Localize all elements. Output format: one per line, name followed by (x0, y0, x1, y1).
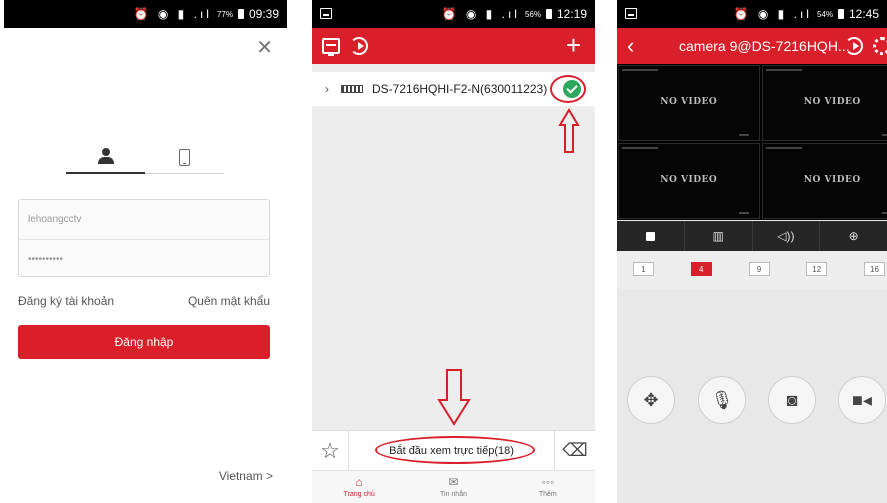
nav-messages[interactable]: ✉ Tin nhắn (406, 471, 500, 503)
annotation-circle-live-view (375, 436, 535, 464)
battery-percent: 56% (524, 9, 541, 19)
star-icon[interactable]: ☆ (312, 438, 348, 464)
stop-icon (645, 232, 655, 242)
history-icon[interactable] (350, 37, 368, 55)
status-icons: ⏰ ◉ ▮ .ıl (733, 7, 812, 21)
battery-icon (545, 9, 552, 19)
speaker-icon: ◁)) (777, 229, 795, 243)
playback-controls: ▥ ◁)) ⊕ (617, 221, 887, 251)
region-selector[interactable]: Vietnam > (219, 469, 273, 483)
video-cell[interactable]: NO VIDEO (618, 65, 760, 141)
quality-icon: ▥ (712, 229, 724, 243)
stop-button[interactable] (617, 221, 684, 251)
record-button[interactable]: ■◂ (838, 376, 886, 424)
home-icon: ⌂ (355, 475, 363, 489)
status-bar: ⏰ ◉ ▮ .ıl 54% 12:45 (617, 0, 887, 28)
annotation-circle-status (550, 75, 586, 103)
settings-icon[interactable] (873, 37, 887, 55)
annotation-arrow-up (558, 108, 580, 153)
status-bar: ⏰ ◉ ▮ .ıl 56% 12:19 (312, 0, 595, 28)
live-view-screen: ⏰ ◉ ▮ .ıl 54% 12:45 ‹ camera 9@DS-7216HQ… (617, 0, 887, 503)
forgot-password-link[interactable]: Quên mật khẩu (188, 294, 270, 308)
nav-messages-label: Tin nhắn (440, 491, 467, 498)
battery-icon (237, 9, 244, 19)
eraser-icon[interactable]: ⌫ (555, 440, 595, 461)
login-screen: ⏰ ◉ ▮ .ıl 77% 09:39 ✕ lehoangcctv ••••••… (4, 0, 287, 503)
split-selector: 1 4 9 12 16 (633, 262, 885, 276)
bottom-navigation: ⌂ Trang chủ ✉ Tin nhắn ◦◦◦ Thêm (312, 470, 595, 503)
status-icons: ⏰ ◉ ▮ .ıl (133, 7, 212, 21)
clock: 12:19 (556, 7, 587, 21)
ptz-icon: ✥ (643, 389, 659, 410)
phone-icon (179, 149, 190, 166)
microphone-button[interactable]: 🎙 (698, 376, 746, 424)
status-icons: ⏰ ◉ ▮ .ıl (441, 7, 520, 21)
no-video-label: NO VIDEO (803, 97, 861, 107)
add-device-icon[interactable]: + (566, 31, 581, 59)
history-icon[interactable] (845, 37, 863, 55)
clock: 12:45 (848, 7, 879, 21)
video-grid: NO VIDEO NO VIDEO NO VIDEO NO VIDEO (617, 64, 887, 220)
split-4[interactable]: 4 (690, 262, 712, 276)
zoom-in-icon: ⊕ (848, 229, 859, 243)
tab-account[interactable] (66, 148, 145, 174)
more-icon: ◦◦◦ (541, 475, 555, 489)
register-link[interactable]: Đăng ký tài khoản (18, 294, 114, 308)
nav-more[interactable]: ◦◦◦ Thêm (501, 471, 595, 503)
login-button[interactable]: Đăng nhập (18, 325, 270, 359)
user-icon (97, 148, 115, 164)
clock: 09:39 (248, 7, 279, 21)
notification-icon (320, 8, 332, 19)
video-cell[interactable]: NO VIDEO (761, 65, 887, 141)
ptz-button[interactable]: ✥ (627, 376, 675, 424)
camera-title: camera 9@DS-7216HQH... (679, 38, 850, 54)
no-video-label: NO VIDEO (803, 175, 861, 185)
nav-more-label: Thêm (538, 491, 557, 498)
close-icon[interactable]: ✕ (256, 38, 273, 58)
mail-icon: ✉ (448, 475, 459, 489)
no-video-label: NO VIDEO (660, 175, 718, 185)
password-field[interactable]: •••••••••• (19, 239, 269, 278)
tab-phone[interactable] (145, 149, 224, 174)
battery-icon (837, 9, 844, 19)
notification-icon (625, 8, 637, 19)
microphone-icon: 🎙 (710, 389, 734, 410)
split-1[interactable]: 1 (633, 262, 654, 276)
snapshot-button[interactable]: ◙ (768, 376, 816, 424)
account-links: Đăng ký tài khoản Quên mật khẩu (18, 294, 270, 308)
app-header: ‹ camera 9@DS-7216HQH... (617, 28, 887, 64)
device-list-screen: ⏰ ◉ ▮ .ıl 56% 12:19 + › DS-7216HQHI-F2-N… (312, 0, 595, 503)
split-12[interactable]: 12 (806, 262, 828, 276)
split-9[interactable]: 9 (748, 262, 770, 276)
annotation-arrow-down (437, 369, 471, 426)
audio-button[interactable]: ◁)) (751, 221, 820, 251)
battery-percent: 54% (816, 9, 833, 19)
app-header: + (312, 28, 595, 64)
nav-home[interactable]: ⌂ Trang chủ (312, 471, 406, 503)
username-field[interactable]: lehoangcctv (19, 200, 269, 239)
back-icon[interactable]: ‹ (627, 32, 634, 60)
camera-icon: ◙ (786, 389, 798, 410)
no-video-label: NO VIDEO (660, 97, 718, 107)
device-name: DS-7216HQHI-F2-N(630011223) (372, 82, 548, 96)
split-16[interactable]: 16 (864, 262, 885, 276)
dvr-icon (341, 85, 363, 93)
zoom-button[interactable]: ⊕ (819, 221, 887, 251)
battery-percent: 77% (216, 9, 233, 19)
video-cell[interactable]: NO VIDEO (618, 143, 760, 219)
login-mode-tabs (66, 148, 224, 174)
video-cell[interactable]: NO VIDEO (761, 143, 887, 219)
video-camera-icon: ■◂ (852, 389, 872, 410)
status-bar: ⏰ ◉ ▮ .ıl 77% 09:39 (4, 0, 287, 28)
quality-button[interactable]: ▥ (683, 221, 752, 251)
login-form: lehoangcctv •••••••••• (18, 199, 270, 277)
chevron-right-icon: › (325, 82, 329, 96)
nav-home-label: Trang chủ (343, 491, 375, 498)
playback-icon[interactable] (322, 38, 340, 56)
